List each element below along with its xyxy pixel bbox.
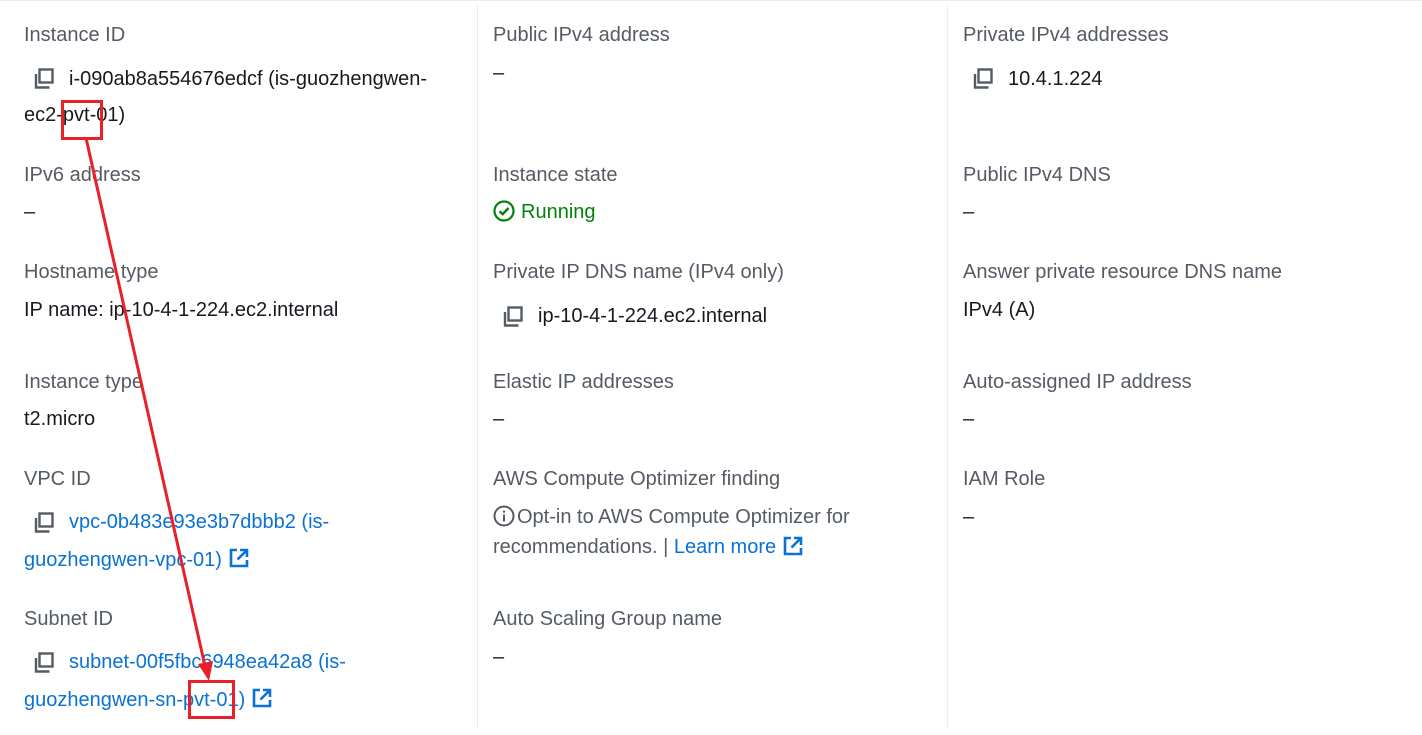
instance-id-label: Instance ID	[24, 24, 126, 46]
asg-label: Auto Scaling Group name	[493, 608, 723, 630]
public-ipv4-value: –	[493, 62, 505, 84]
external-link-icon[interactable]	[251, 687, 273, 709]
instance-state-status: Running	[493, 200, 596, 224]
public-ipv4-label: Public IPv4 address	[493, 24, 670, 46]
copy-icon[interactable]	[33, 652, 55, 674]
optimizer-label: AWS Compute Optimizer finding	[493, 468, 781, 490]
iam-role-value: –	[963, 506, 975, 528]
ipv6-label: IPv6 address	[24, 164, 141, 186]
private-dns-label: Private IP DNS name (IPv4 only)	[493, 261, 784, 283]
annotation-box-instance	[61, 100, 103, 140]
ipv6-value: –	[24, 201, 36, 223]
instance-state-value: Running	[521, 201, 596, 223]
answer-dns-value: IPv4 (A)	[963, 299, 1036, 321]
answer-dns-label: Answer private resource DNS name	[963, 261, 1283, 283]
check-circle-icon	[493, 200, 515, 222]
optimizer-text-line1: Opt-in to AWS Compute Optimizer for	[517, 506, 850, 528]
vpc-id-link-text[interactable]: guozhengwen-vpc-01)	[24, 549, 222, 571]
vpc-id-label: VPC ID	[24, 468, 91, 490]
private-dns-value: ip-10-4-1-224.ec2.internal	[538, 305, 768, 327]
info-icon	[493, 505, 515, 527]
optimizer-message: Opt-in to AWS Compute Optimizer for reco…	[493, 502, 913, 562]
subnet-id-link-line1[interactable]: subnet-00f5fbc6948ea42a8 (is-	[69, 650, 346, 674]
learn-more-link[interactable]: Learn more	[674, 536, 776, 558]
instance-state-label: Instance state	[493, 164, 618, 186]
asg-value: –	[493, 646, 505, 668]
copy-icon[interactable]	[33, 68, 55, 90]
instance-type-value: t2.micro	[24, 408, 96, 430]
elastic-ip-label: Elastic IP addresses	[493, 371, 674, 393]
column-divider-2	[947, 4, 948, 728]
private-ipv4-label: Private IPv4 addresses	[963, 24, 1169, 46]
subnet-id-link-line2[interactable]: guozhengwen-sn-pvt-01)	[24, 687, 273, 712]
annotation-box-subnet	[188, 680, 235, 719]
hostname-type-label: Hostname type	[24, 261, 159, 283]
column-divider-1	[477, 4, 478, 728]
auto-ip-label: Auto-assigned IP address	[963, 371, 1192, 393]
instance-id-value-line1: i-090ab8a554676edcf (is-guozhengwen-	[69, 68, 428, 90]
public-dns-label: Public IPv4 DNS	[963, 164, 1111, 186]
auto-ip-value: –	[963, 408, 975, 430]
subnet-id-label: Subnet ID	[24, 608, 113, 630]
public-dns-value: –	[963, 201, 975, 223]
iam-role-label: IAM Role	[963, 468, 1046, 490]
elastic-ip-value: –	[493, 408, 505, 430]
copy-icon[interactable]	[502, 306, 524, 328]
private-ipv4-value: 10.4.1.224	[1008, 68, 1103, 90]
external-link-icon[interactable]	[228, 547, 250, 569]
vpc-id-link-line1[interactable]: vpc-0b483e93e3b7dbbb2 (is-	[69, 510, 329, 534]
copy-icon[interactable]	[33, 512, 55, 534]
optimizer-text-line2: recommendations. |	[493, 536, 669, 558]
copy-icon[interactable]	[972, 68, 994, 90]
instance-type-label: Instance type	[24, 371, 143, 393]
top-divider	[0, 0, 1422, 1]
hostname-type-value: IP name: ip-10-4-1-224.ec2.internal	[24, 299, 339, 321]
vpc-id-link-line2[interactable]: guozhengwen-vpc-01)	[24, 547, 250, 572]
external-link-icon[interactable]	[782, 535, 804, 557]
